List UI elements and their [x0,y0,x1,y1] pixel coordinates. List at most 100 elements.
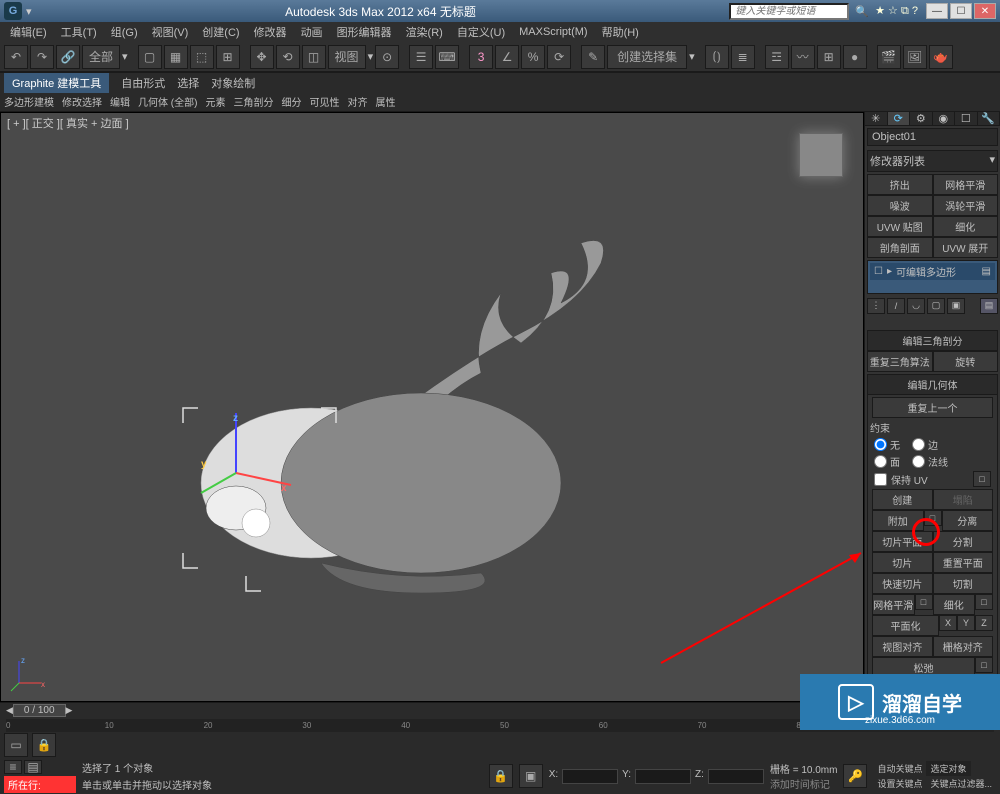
sub-element[interactable]: ▣ [947,298,965,314]
selection-filter[interactable]: 全部 [82,45,120,69]
menu-views[interactable]: 视图(V) [146,24,195,40]
panel-edit[interactable]: 编辑 [110,94,130,109]
tab-utilities[interactable]: 🔧 [978,112,1000,125]
radio-edge[interactable]: 边 [912,437,938,452]
panel-elem[interactable]: 元素 [205,94,225,109]
btn-planarize[interactable]: 平面化 [872,615,939,636]
key-icon[interactable]: 🔑 [843,764,867,788]
btn-bevelprof[interactable]: 剖角剖面 [867,237,933,258]
sub-edge[interactable]: / [887,298,905,314]
btn-sliceplane[interactable]: 切片平面 [872,531,933,552]
menu-grapheditors[interactable]: 图形编辑器 [331,24,398,40]
btn-msmooth[interactable]: 网格平滑 [872,594,915,615]
radio-face[interactable]: 面 [874,454,900,469]
panel-modsel[interactable]: 修改选择 [62,94,102,109]
menu-help[interactable]: 帮助(H) [596,24,645,40]
btn-detach[interactable]: 分离 [942,510,994,531]
panel-subdiv[interactable]: 细分 [281,94,301,109]
stack-config[interactable]: ▤ [980,298,998,314]
link-button[interactable]: 🔗 [56,45,80,69]
btn-planar-z[interactable]: Z [975,615,993,631]
btn-tessellate2[interactable]: 细化 [933,216,999,237]
script-icon[interactable]: ≡ [4,760,22,774]
btn-quickslice[interactable]: 快速切片 [872,573,933,594]
coord-x-input[interactable] [562,769,618,784]
panel-vis[interactable]: 可见性 [309,94,339,109]
btn-extrude[interactable]: 挤出 [867,174,933,195]
use-center-button[interactable]: ⊙ [375,45,399,69]
panel-polymodel[interactable]: 多边形建模 [4,94,54,109]
btn-gridalign[interactable]: 栅格对齐 [933,636,994,657]
window-crossing-button[interactable]: ⊞ [216,45,240,69]
schematic-button[interactable]: ⊞ [817,45,841,69]
addtimetag[interactable]: 添加时间标记 [770,776,838,791]
panel-geo[interactable]: 几何体 (全部) [138,94,197,109]
btn-cut[interactable]: 切割 [933,573,994,594]
menu-tools[interactable]: 工具(T) [55,24,103,40]
tab-create[interactable]: ✳ [865,112,888,125]
sub-poly[interactable]: ▢ [927,298,945,314]
coord-y-input[interactable] [635,769,691,784]
sub-vertex[interactable]: ⋮ [867,298,885,314]
render-button[interactable]: 🫖 [929,45,953,69]
tab-freeform[interactable]: 自由形式 [121,75,165,91]
btn-collapse[interactable]: 塌陷 [933,489,994,510]
chk-preserveuv[interactable] [874,473,887,486]
minimize-button[interactable]: — [926,3,948,19]
menu-create[interactable]: 创建(C) [196,24,245,40]
btn-uvwunwrap[interactable]: UVW 展开 [933,237,999,258]
help-search-input[interactable] [729,3,849,20]
menu-edit[interactable]: 编辑(E) [4,24,53,40]
tab-modify[interactable]: ⟳ [888,112,911,125]
btn-attach[interactable]: 附加 [872,510,924,531]
btn-tessellate[interactable]: 细化 [933,594,976,615]
manipulate-button[interactable]: ☰ [409,45,433,69]
lock-selection-icon[interactable]: 🔒 [489,764,513,788]
isolate-icon[interactable]: ▣ [519,764,543,788]
rect-region-button[interactable]: ⬚ [190,45,214,69]
layer-button[interactable]: ☲ [765,45,789,69]
sub-border[interactable]: ◡ [907,298,925,314]
select-button[interactable]: ▢ [138,45,162,69]
tab-selection[interactable]: 选择 [177,75,199,91]
btn-retriangulate[interactable]: 重复三角算法 [867,351,933,372]
angle-snap-button[interactable]: ∠ [495,45,519,69]
app-logo[interactable]: G [4,2,22,20]
snap-button[interactable]: 3 [469,45,493,69]
coord-z-input[interactable] [708,769,764,784]
keyfilter-button[interactable]: 关键点过滤器... [926,776,996,791]
named-selset-combo[interactable]: 创建选择集 [607,45,687,69]
btn-repeatlast[interactable]: 重复上一个 [872,397,993,418]
radio-normal[interactable]: 法线 [912,454,948,469]
rendered-frame-button[interactable]: 🖼 [903,45,927,69]
curve-editor-button[interactable]: 〰 [791,45,815,69]
tab-paint[interactable]: 对象绘制 [211,75,255,91]
material-editor-button[interactable]: ● [843,45,867,69]
maximize-button[interactable]: ☐ [950,3,972,19]
lock-button[interactable]: 🔒 [32,733,56,757]
btn-turbosmooth[interactable]: 涡轮平滑 [933,195,999,216]
rollout-geo-head[interactable]: 编辑几何体 [867,374,998,395]
listener-icon[interactable]: ▤ [24,760,42,774]
tab-display[interactable]: ☐ [955,112,978,125]
modifier-stack[interactable]: ☐▸可编辑多边形▤ [867,260,998,294]
radio-none[interactable]: 无 [874,437,900,452]
btn-attach-list[interactable]: □ [924,510,942,526]
panel-tri[interactable]: 三角剖分 [233,94,273,109]
rollout-edittri-head[interactable]: 编辑三角剖分 [867,330,998,351]
btn-split[interactable]: 分割 [933,531,994,552]
mirror-button[interactable]: ⟮⟯ [705,45,729,69]
refcoord-combo[interactable]: 视图 [328,45,366,69]
btn-create[interactable]: 创建 [872,489,933,510]
menu-group[interactable]: 组(G) [105,24,144,40]
close-button[interactable]: ✕ [974,3,996,19]
btn-meshsmooth[interactable]: 网格平滑 [933,174,999,195]
panel-prop[interactable]: 属性 [375,94,395,109]
rotate-button[interactable]: ⟲ [276,45,300,69]
menu-rendering[interactable]: 渲染(R) [400,24,449,40]
modifier-list-combo[interactable]: 修改器列表▾ [867,150,998,172]
minimax-button[interactable]: ▭ [4,733,28,757]
btn-planar-x[interactable]: X [939,615,957,631]
redo-button[interactable]: ↷ [30,45,54,69]
btn-noise[interactable]: 噪波 [867,195,933,216]
